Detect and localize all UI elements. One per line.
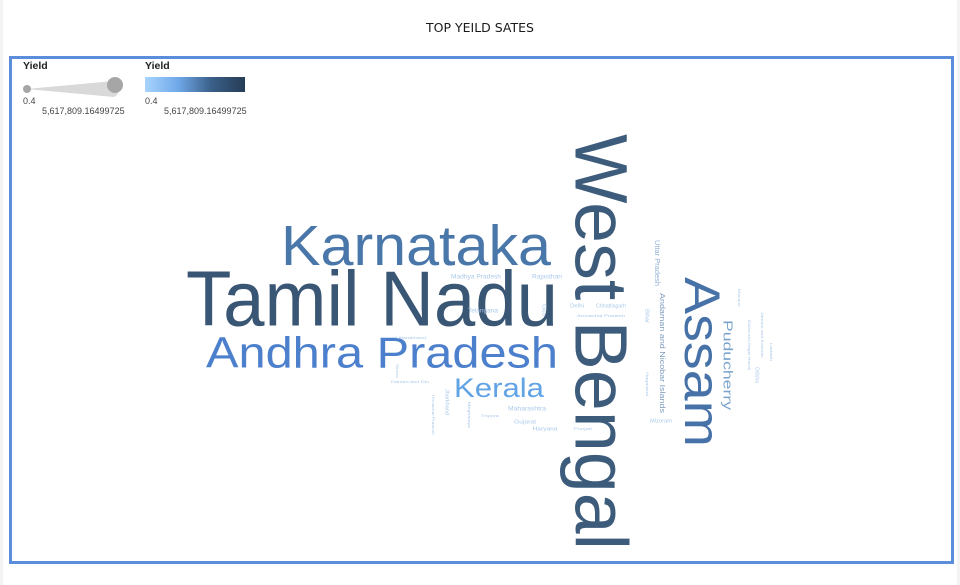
word-haryana[interactable]: Haryana (533, 426, 558, 432)
word-arunachal-pradesh[interactable]: Arunachal Pradesh (577, 313, 625, 318)
word-punjab[interactable]: Punjab (574, 426, 593, 431)
word-ladakh[interactable]: Ladakh (769, 343, 774, 361)
word-telangana[interactable]: Telangana (468, 309, 499, 315)
word-chhattisgarh[interactable]: Chhattisgarh (596, 303, 626, 309)
word-nagaland[interactable]: Nagaland (645, 372, 650, 396)
word-tripura[interactable]: Tripura (481, 413, 500, 418)
word-kerala[interactable]: Kerala (454, 373, 545, 403)
word-manipur[interactable]: Manipur (737, 289, 742, 308)
word-sikkim[interactable]: Sikkim (395, 364, 400, 379)
word-goa[interactable]: Goa (541, 304, 547, 316)
word-mizoram[interactable]: Mizoram (650, 418, 672, 424)
word-daman-and-diu[interactable]: Daman and Diu (391, 379, 429, 384)
word-andhra-pradesh[interactable]: Andhra Pradesh (206, 329, 558, 378)
word-uttarakhand[interactable]: Uttarakhand (396, 335, 426, 340)
word-odisha[interactable]: Odisha (754, 367, 760, 383)
word-maharashtra[interactable]: Maharashtra (508, 407, 547, 413)
word-karnataka[interactable]: Karnataka (281, 214, 551, 278)
word-meghalaya[interactable]: Meghalaya (467, 402, 472, 429)
word-himachal-pradesh[interactable]: Himachal Pradesh (431, 395, 436, 435)
word-dadra-and-nagar-haveli[interactable]: Dadra and Nagar Haveli (747, 320, 752, 370)
wordcloud[interactable]: West BengalTamil NaduKarnatakaAndhra Pra… (0, 0, 960, 585)
word-jammu-and-kashmir[interactable]: Jammu and Kashmir (760, 312, 765, 359)
word-rajasthan[interactable]: Rajasthan (532, 275, 562, 281)
word-puducherry[interactable]: Puducherry (721, 320, 736, 411)
word-andaman-and-nicobar-islands[interactable]: Andaman and Nicobar Islands (658, 293, 665, 414)
word-gujarat[interactable]: Gujarat (514, 419, 537, 425)
word-jharkhand[interactable]: Jharkhand (444, 389, 450, 415)
word-west-bengal[interactable]: West Bengal (559, 134, 642, 550)
word-uttar-pradesh[interactable]: Uttar Pradesh (653, 240, 660, 286)
word-bihar[interactable]: Bihar (644, 309, 650, 323)
word-madhya-pradesh[interactable]: Madhya Pradesh (451, 275, 501, 281)
word-delhi[interactable]: Delhi (570, 303, 584, 309)
